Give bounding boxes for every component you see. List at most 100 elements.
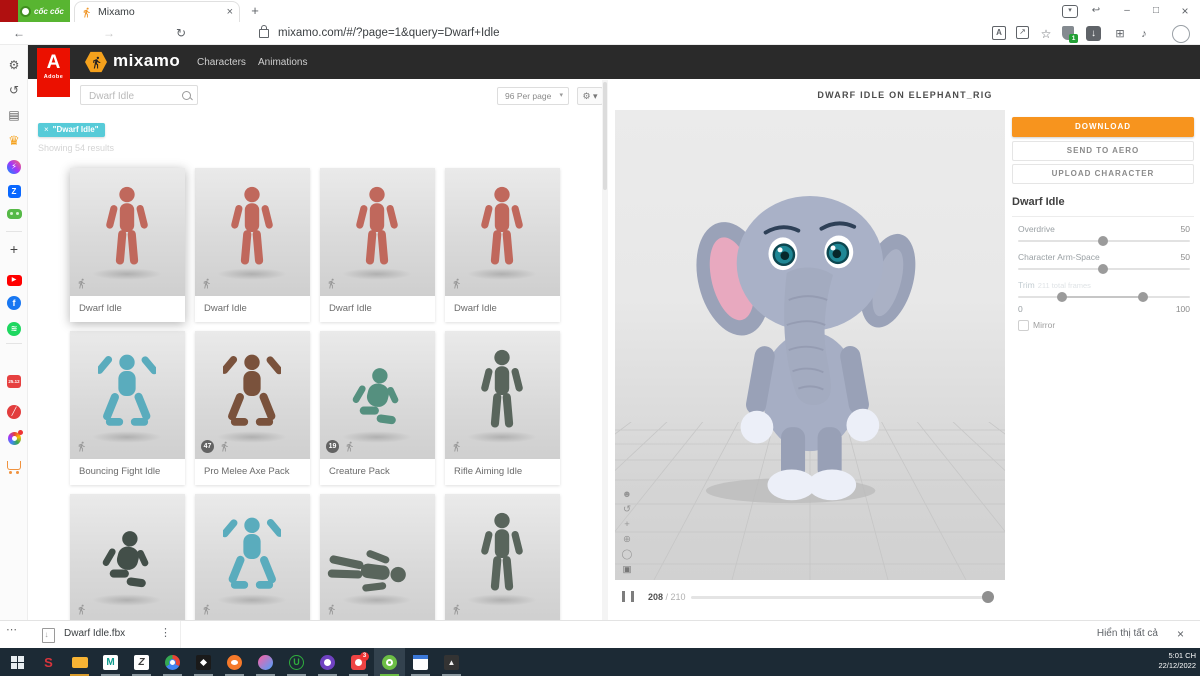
zalo-icon[interactable]: Z — [0, 183, 28, 198]
per-page-select[interactable]: 96 Per page ▾ — [497, 87, 569, 105]
downloaded-file-name[interactable]: Dwarf Idle.fbx — [64, 628, 125, 639]
forward-button[interactable]: → — [98, 22, 120, 45]
reload-button[interactable]: ↻ — [170, 22, 192, 45]
downloads-icon[interactable]: ↓ — [1086, 26, 1101, 41]
media-icon[interactable]: ♪ — [1136, 26, 1152, 42]
games-icon[interactable] — [0, 208, 28, 222]
overdrive-slider[interactable] — [1018, 236, 1190, 246]
ssl-lock-icon[interactable] — [259, 25, 269, 38]
download-button[interactable]: DOWNLOAD — [1012, 117, 1194, 137]
filter-chip[interactable]: × "Dwarf Idle" — [38, 123, 105, 137]
send-to-aero-button[interactable]: SEND TO AERO — [1012, 141, 1194, 161]
facebook-icon[interactable]: f — [0, 295, 28, 310]
history-icon[interactable]: ↺ — [0, 83, 28, 97]
news-feed-icon[interactable]: ▤ — [0, 108, 28, 122]
mirror-checkbox[interactable] — [1018, 320, 1029, 331]
themes-icon[interactable] — [0, 430, 28, 448]
pan-tool-icon[interactable]: + — [619, 517, 635, 532]
overdrive-slider-handle[interactable] — [1098, 236, 1108, 246]
taskbar-maya[interactable]: M — [95, 648, 126, 676]
tab-search-icon[interactable]: ▾ — [1062, 5, 1078, 18]
character-tool-icon[interactable]: ☻ — [619, 487, 635, 502]
taskbar-updates-app[interactable]: 3 — [343, 648, 374, 676]
taskbar-substance-3d[interactable] — [188, 648, 219, 676]
shopping-icon[interactable] — [0, 461, 28, 475]
taskbar-file-explorer[interactable] — [64, 648, 95, 676]
taskbar-sticky-notes[interactable] — [405, 648, 436, 676]
animation-search-field[interactable] — [80, 85, 198, 105]
window-maximize-button[interactable]: □ — [1143, 0, 1169, 22]
spotify-icon[interactable]: ≋ — [0, 320, 28, 336]
file-menu-icon[interactable]: ⋮ — [160, 626, 171, 639]
taskbar-chrome[interactable] — [157, 648, 188, 676]
coc-coc-menu-button[interactable]: cốc cốc — [18, 0, 70, 22]
nav-characters[interactable]: Characters — [197, 57, 246, 68]
new-tab-button[interactable]: + — [246, 2, 264, 20]
profile-avatar[interactable] — [1172, 25, 1190, 43]
viewport-3d[interactable] — [615, 110, 1005, 580]
timeline-slider[interactable] — [691, 596, 987, 599]
adblock-shield-icon[interactable]: 1 — [1062, 26, 1078, 43]
chip-close-icon[interactable]: × — [44, 125, 49, 134]
animation-card[interactable]: Dwarf Idle — [70, 168, 185, 322]
taskbar-unity[interactable]: ▲ — [436, 648, 467, 676]
rewards-crown-icon[interactable]: ♛ — [0, 133, 28, 149]
url-text[interactable]: mixamo.com/#/?page=1&query=Dwarf+Idle — [278, 22, 500, 45]
taskbar-clock[interactable]: 5:01 CH 22/12/2022 — [1158, 651, 1196, 671]
translate-icon[interactable]: A — [992, 26, 1006, 40]
animation-pack-card[interactable]: 47 Pro Melee Axe Pack — [195, 331, 310, 485]
mixamo-logo-text[interactable]: mixamo — [113, 51, 180, 71]
add-shortcut-icon[interactable]: + — [0, 241, 28, 257]
list-scrollbar[interactable] — [602, 80, 608, 620]
nav-animations[interactable]: Animations — [258, 57, 307, 68]
browser-tab-mixamo[interactable]: Mixamo × — [74, 1, 240, 22]
settings-icon[interactable]: ⚙ — [0, 58, 28, 72]
bookmark-star-icon[interactable]: ☆ — [1038, 26, 1054, 42]
zoom-tool-icon[interactable]: ⊕ — [619, 532, 635, 547]
search-input[interactable] — [87, 87, 179, 105]
animation-card[interactable]: Rifle Aiming Idle — [445, 331, 560, 485]
back-button[interactable]: ← — [8, 22, 30, 45]
taskbar-blender[interactable] — [219, 648, 250, 676]
taskbar-utorrent[interactable]: U — [281, 648, 312, 676]
taskbar-paint-3d[interactable] — [250, 648, 281, 676]
animation-card[interactable]: Dwarf Idle — [445, 168, 560, 322]
coc-coc-logo-red[interactable] — [0, 0, 18, 22]
taskbar-github-desktop[interactable] — [312, 648, 343, 676]
animation-card[interactable]: Bouncing Fight Idle — [70, 331, 185, 485]
animation-card[interactable]: Dwarf Idle — [320, 168, 435, 322]
window-close-button[interactable]: × — [1172, 0, 1198, 22]
show-all-downloads-link[interactable]: Hiển thị tất cả — [1097, 628, 1158, 639]
taskbar-zbrush[interactable]: Z — [126, 648, 157, 676]
upload-character-button[interactable]: UPLOAD CHARACTER — [1012, 164, 1194, 184]
extensions-icon[interactable]: ⊞ — [1112, 26, 1128, 42]
animation-card[interactable]: Dwarf Idle — [195, 168, 310, 322]
orbit-tool-icon[interactable]: ◯ — [619, 547, 635, 562]
pause-button[interactable] — [622, 591, 634, 602]
trim-start-handle[interactable] — [1057, 292, 1067, 302]
trim-range-slider[interactable] — [1018, 292, 1190, 302]
window-minimize-button[interactable]: – — [1114, 0, 1140, 22]
tab-close-icon[interactable]: × — [227, 6, 233, 18]
taskbar-antivirus-s[interactable]: S — [33, 648, 64, 676]
share-icon[interactable]: ↗ — [1016, 26, 1029, 39]
timeline-handle[interactable] — [982, 591, 994, 603]
animation-pack-card[interactable]: 19 Creature Pack — [320, 331, 435, 485]
sidebar-more-icon[interactable]: ⋯ — [6, 623, 17, 636]
youtube-icon[interactable]: ▶ — [0, 270, 28, 286]
messenger-icon[interactable]: ⚡ — [0, 158, 28, 174]
adobe-logo[interactable]: A Adobe — [37, 48, 70, 97]
downloads-close-icon[interactable]: × — [1177, 627, 1184, 641]
arm-space-slider-handle[interactable] — [1098, 264, 1108, 274]
trim-end-handle[interactable] — [1138, 292, 1148, 302]
notes-pencil-icon[interactable]: ╱ — [0, 403, 28, 419]
camera-tool-icon[interactable]: ▣ — [619, 562, 635, 577]
calendar-sale-icon[interactable]: 25.12 — [0, 372, 28, 388]
search-icon[interactable] — [182, 91, 191, 100]
list-settings-button[interactable]: ⚙ ▾ — [577, 87, 603, 105]
start-button[interactable] — [2, 648, 33, 676]
rotate-tool-icon[interactable]: ↺ — [619, 502, 635, 517]
arm-space-slider[interactable] — [1018, 264, 1190, 274]
taskbar-coc-coc[interactable] — [374, 648, 405, 676]
reopen-tab-icon[interactable]: ↩ — [1083, 0, 1109, 22]
